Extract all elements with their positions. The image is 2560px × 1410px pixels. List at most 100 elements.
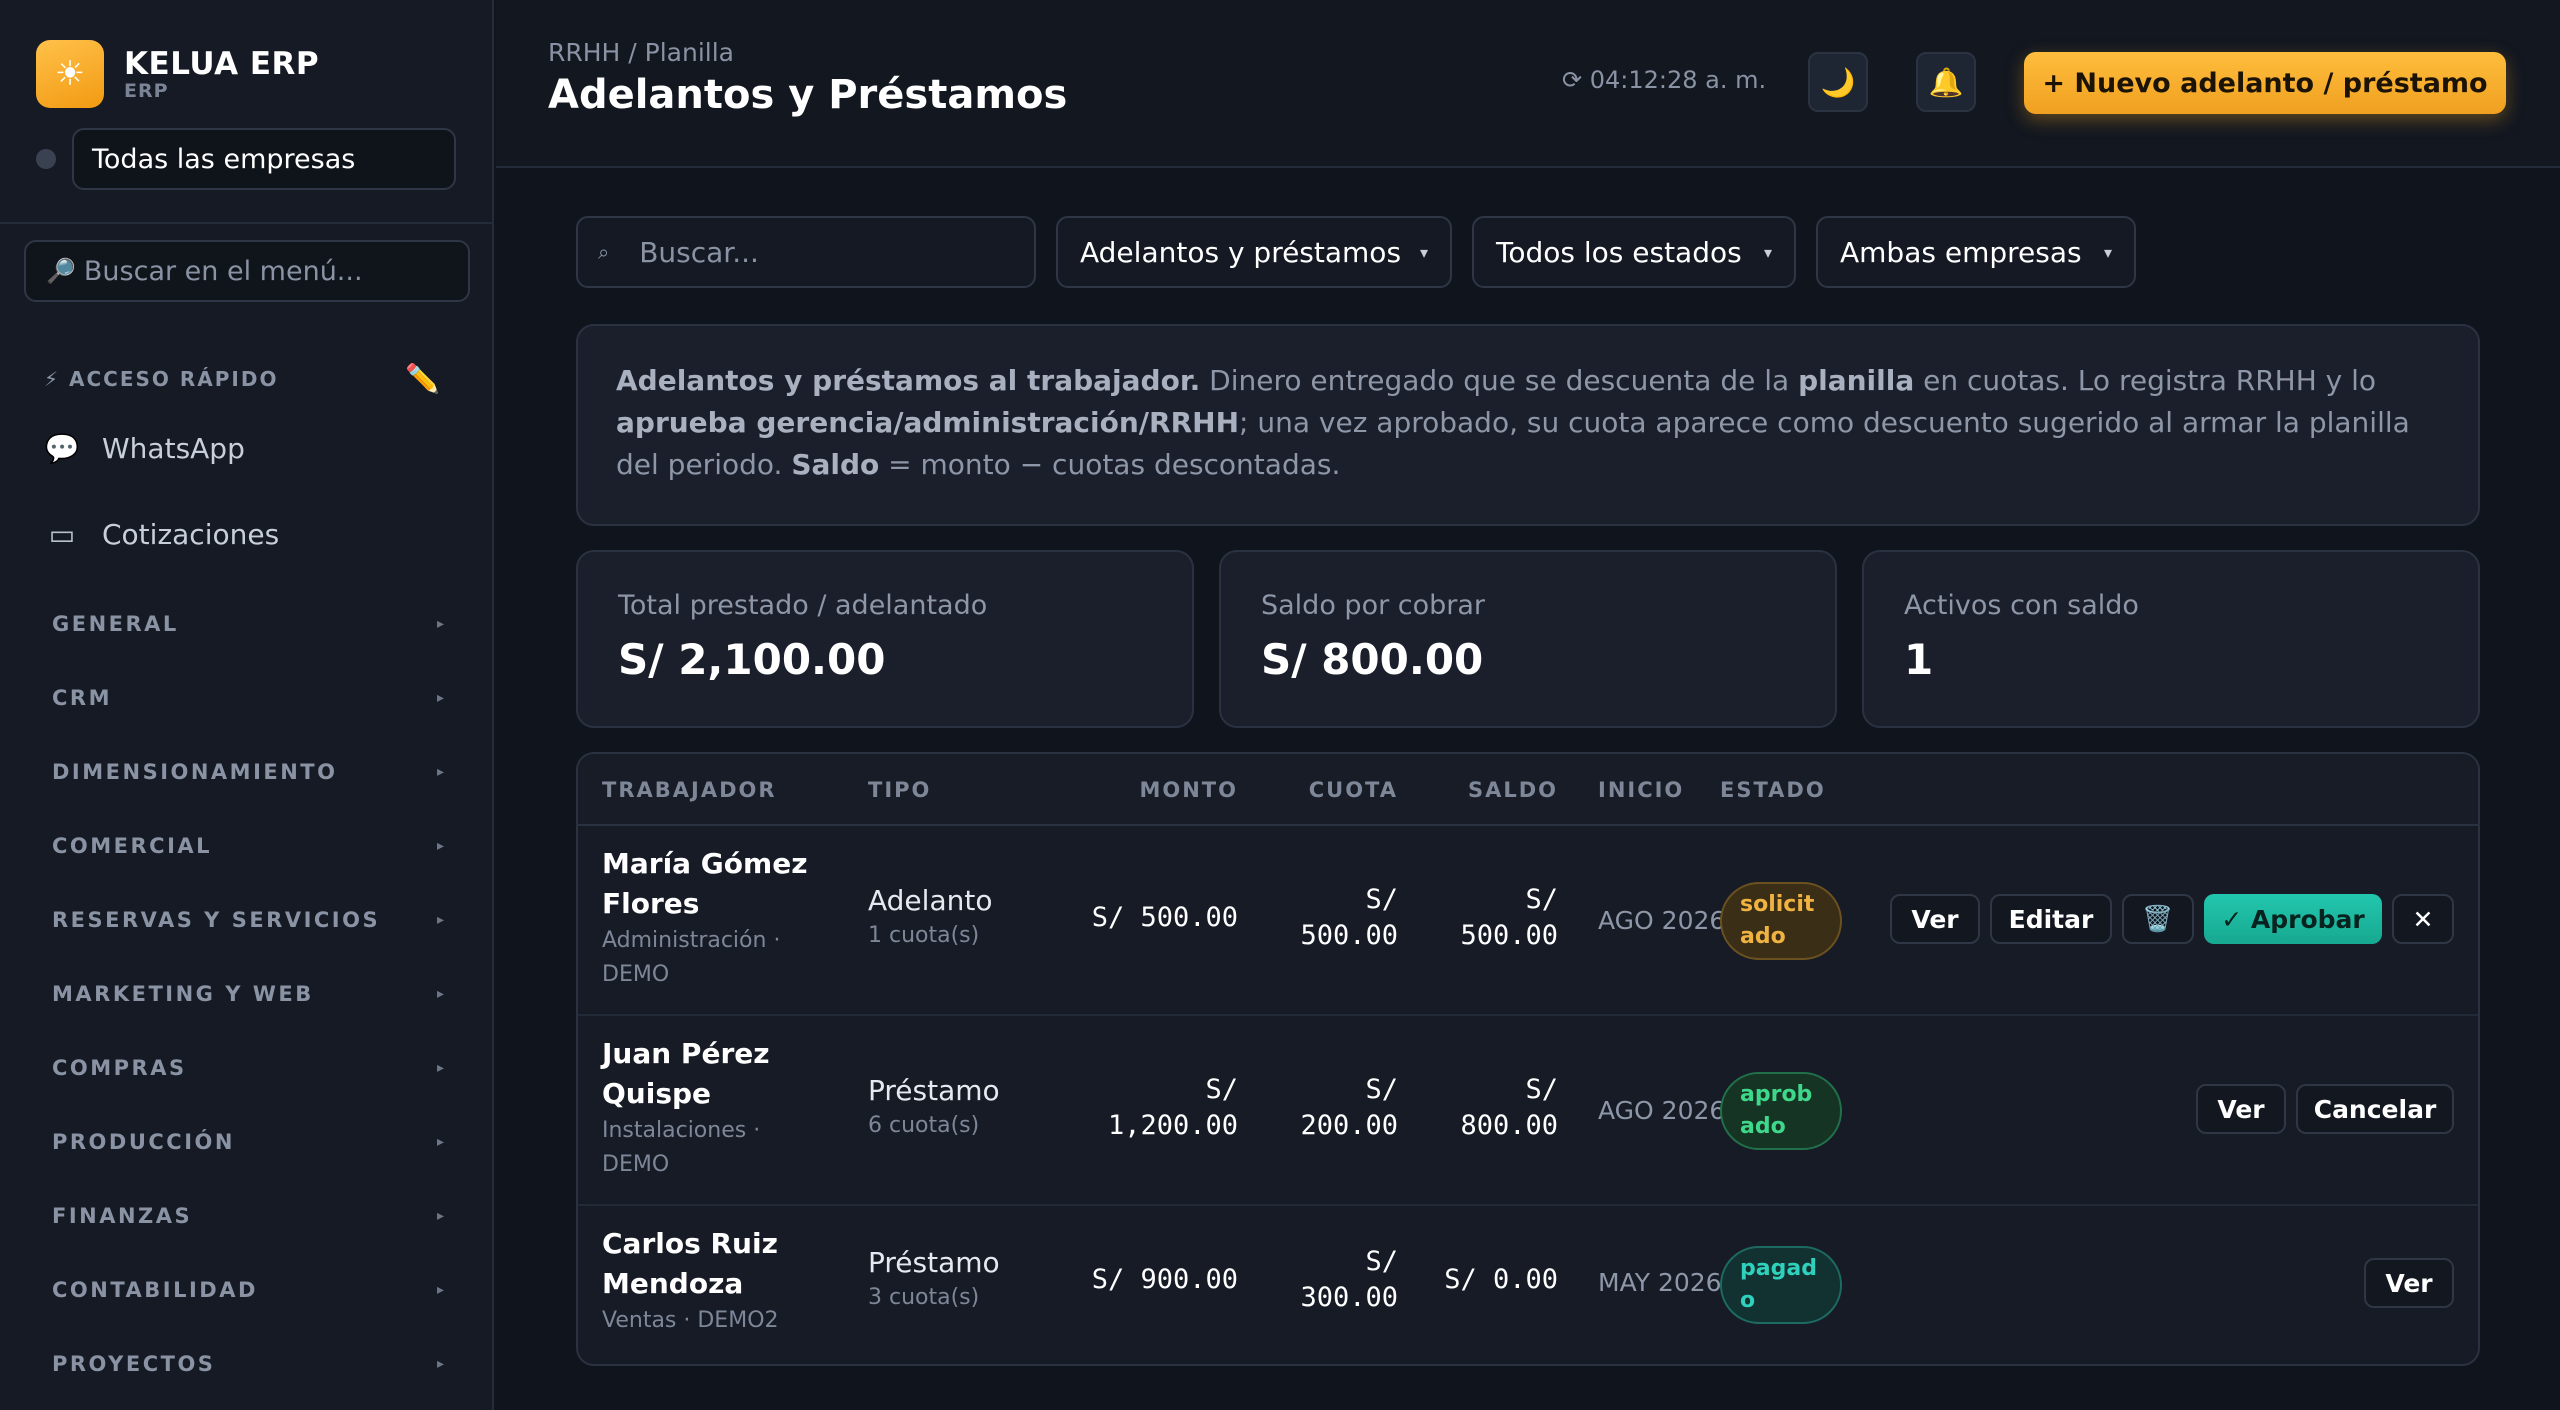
amount-value: S/ [1205, 1074, 1238, 1105]
info-strong: aprueba gerencia/administración/RRHH [616, 406, 1240, 439]
sidebar-section-finanzas[interactable]: FINANZAS ▸ [52, 1204, 444, 1228]
amount-value: S/ 900.00 [1091, 1264, 1238, 1295]
view-button[interactable]: Ver [1890, 894, 1980, 944]
status-text-line: pagad [1740, 1256, 1817, 1281]
search-icon: 🔎 [46, 257, 76, 285]
theme-toggle-button[interactable]: 🌙 [1808, 52, 1868, 112]
caret-down-icon: ▾ [1419, 242, 1428, 262]
balance-value: S/ [1525, 884, 1558, 915]
company-selector-row: Todas las empresas [36, 128, 456, 190]
balance-value: 500.00 [1460, 920, 1558, 951]
breadcrumb[interactable]: RRHH / Planilla [548, 38, 734, 67]
chat-bubble-icon: 💬 [44, 432, 80, 465]
delete-button[interactable]: 🗑️ [2122, 894, 2194, 944]
quick-item-label: Cotizaciones [102, 518, 280, 551]
installment-count: 6 cuota(s) [868, 1113, 980, 1138]
company-select[interactable]: Todas las empresas [72, 128, 456, 190]
worker-area: Ventas · DEMO2 [602, 1304, 802, 1338]
notifications-button[interactable]: 🔔 [1916, 52, 1976, 112]
chevron-right-icon: ▸ [436, 690, 444, 706]
stat-card-total: Total prestado / adelantado S/ 2,100.00 [576, 550, 1194, 728]
start-date: AGO 2026 [1598, 1096, 1726, 1125]
type-filter-select[interactable]: Adelantos y préstamos ▾ [1056, 216, 1452, 288]
chevron-right-icon: ▸ [436, 838, 444, 854]
sidebar-section-comercial[interactable]: COMERCIAL ▸ [52, 834, 444, 858]
balance-cell: S/800.00 [1418, 1072, 1558, 1144]
sidebar-section-produccion[interactable]: PRODUCCIÓN ▸ [52, 1130, 444, 1154]
section-label: COMERCIAL [52, 834, 213, 858]
amount-cell: S/1,200.00 [1058, 1072, 1238, 1144]
new-advance-loan-button[interactable]: + Nuevo adelanto / préstamo [2024, 52, 2506, 114]
trash-icon: 🗑️ [2142, 904, 2174, 933]
brand[interactable]: ☀ KELUA ERP ERP [36, 40, 319, 108]
caret-down-icon: ▾ [1763, 242, 1772, 262]
chevron-right-icon: ▸ [436, 1356, 444, 1372]
worker-name: Juan Pérez Quispe [602, 1034, 842, 1114]
section-label: FINANZAS [52, 1204, 193, 1228]
sidebar-section-general[interactable]: GENERAL ▸ [52, 612, 444, 636]
company-filter-select[interactable]: Ambas empresas ▾ [1816, 216, 2136, 288]
stat-label: Activos con saldo [1904, 590, 2139, 621]
worker-name: Carlos Ruiz Mendoza [602, 1224, 842, 1304]
quick-item-cotizaciones[interactable]: ▭ Cotizaciones [44, 518, 279, 551]
info-text: en cuotas. Lo registra RRHH y lo [1914, 364, 2377, 397]
sidebar-section-dimensionamiento[interactable]: DIMENSIONAMIENTO ▸ [52, 760, 444, 784]
pencil-edit-icon[interactable]: ✏️ [405, 362, 440, 395]
sidebar-section-contabilidad[interactable]: CONTABILIDAD ▸ [52, 1278, 444, 1302]
stat-label: Total prestado / adelantado [618, 590, 988, 621]
chevron-right-icon: ▸ [436, 912, 444, 928]
sidebar-section-crm[interactable]: CRM ▸ [52, 686, 444, 710]
type-cell: Adelanto 1 cuota(s) [868, 884, 992, 948]
worker-area-line: DEMO [602, 1152, 670, 1177]
bell-icon: 🔔 [1928, 65, 1964, 99]
balance-value: 800.00 [1460, 1110, 1558, 1141]
status-text-line: ado [1740, 1114, 1786, 1139]
amount-cell: S/ 900.00 [1058, 1262, 1238, 1298]
type-cell: Préstamo 3 cuota(s) [868, 1246, 1000, 1310]
sidebar: ☀ KELUA ERP ERP Todas las empresas 🔎 Bus… [0, 0, 494, 1410]
header-type: TIPO [868, 778, 932, 802]
search-input[interactable]: ⌕ Buscar... [576, 216, 1036, 288]
cancel-button[interactable]: Cancelar [2296, 1084, 2454, 1134]
section-label: COMPRAS [52, 1056, 187, 1080]
worker-name-line: Flores [602, 887, 700, 920]
menu-search-input[interactable]: 🔎 Buscar en el menú... [24, 240, 470, 302]
stat-value: S/ 2,100.00 [618, 635, 886, 684]
view-button[interactable]: Ver [2364, 1258, 2454, 1308]
installment-value: S/ [1365, 884, 1398, 915]
status-filter-select[interactable]: Todos los estados ▾ [1472, 216, 1796, 288]
worker-name-line: María Gómez [602, 847, 808, 880]
view-button[interactable]: Ver [2196, 1084, 2286, 1134]
info-strong: planilla [1798, 364, 1915, 397]
worker-cell: Carlos Ruiz Mendoza Ventas · DEMO2 [602, 1224, 842, 1338]
approve-button[interactable]: ✓ Aprobar [2204, 894, 2382, 944]
stat-value: S/ 800.00 [1261, 635, 1484, 684]
worker-area-line: Administración · [602, 928, 781, 953]
reject-button[interactable]: ✕ [2392, 894, 2454, 944]
amount-value: S/ 500.00 [1091, 902, 1238, 933]
info-text: Dinero entregado que se descuenta de la [1200, 364, 1799, 397]
amount-value: 1,200.00 [1107, 1110, 1238, 1141]
installment-count: 1 cuota(s) [868, 923, 980, 948]
close-icon: ✕ [2412, 904, 2434, 934]
document-icon: ▭ [48, 518, 76, 551]
search-icon: ⌕ [598, 240, 610, 264]
status-text-line: o [1740, 1288, 1756, 1313]
status-badge: solicit ado [1720, 882, 1842, 960]
sidebar-divider [0, 222, 494, 224]
balance-cell: S/500.00 [1418, 882, 1558, 954]
edit-button[interactable]: Editar [1990, 894, 2112, 944]
installment-value: 300.00 [1300, 1282, 1398, 1313]
info-text: = monto − cuotas descontadas. [879, 448, 1341, 481]
section-label: DIMENSIONAMIENTO [52, 760, 338, 784]
menu-search-placeholder: Buscar en el menú... [83, 255, 363, 287]
installment-cell: S/300.00 [1258, 1244, 1398, 1316]
sidebar-section-marketing[interactable]: MARKETING Y WEB ▸ [52, 982, 444, 1006]
sidebar-section-reservas[interactable]: RESERVAS Y SERVICIOS ▸ [52, 908, 444, 932]
loan-type: Adelanto [868, 884, 993, 917]
type-cell: Préstamo 6 cuota(s) [868, 1074, 1000, 1138]
quick-item-whatsapp[interactable]: 💬 WhatsApp [44, 432, 245, 465]
sidebar-section-proyectos[interactable]: PROYECTOS ▸ [52, 1352, 444, 1376]
stat-label: Saldo por cobrar [1261, 590, 1486, 621]
sidebar-section-compras[interactable]: COMPRAS ▸ [52, 1056, 444, 1080]
